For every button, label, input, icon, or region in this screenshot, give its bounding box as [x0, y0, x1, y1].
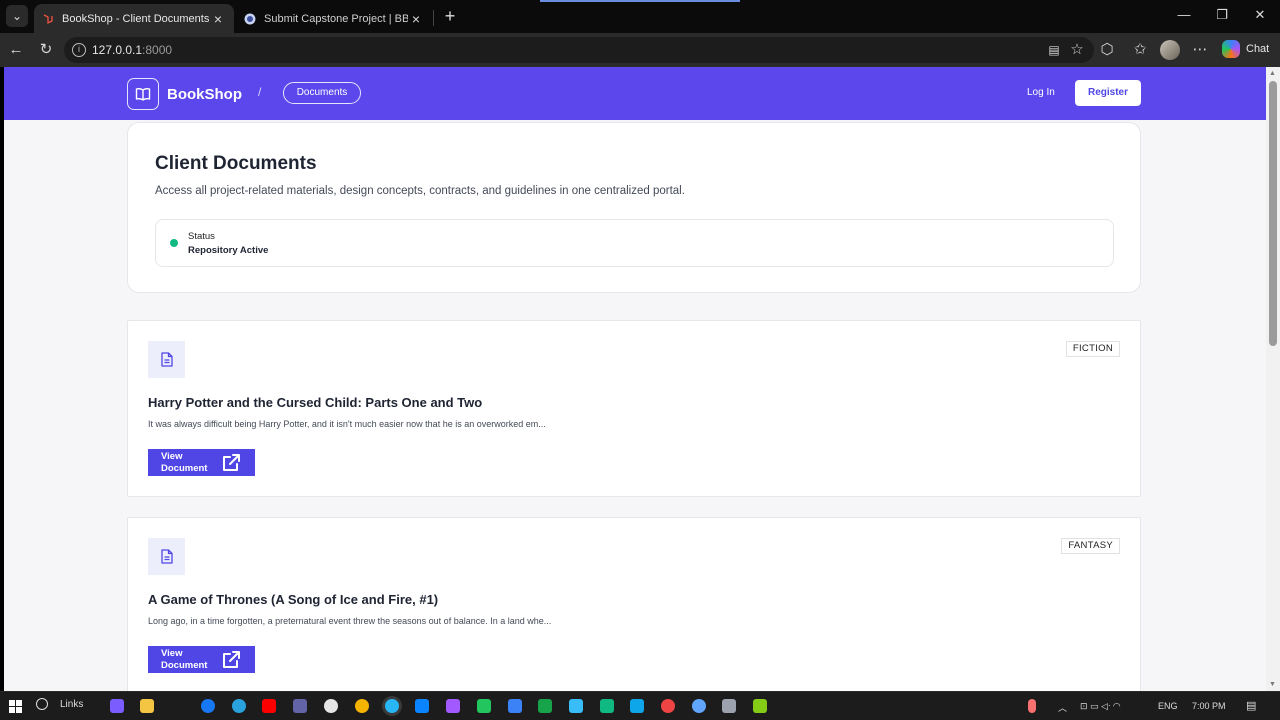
document-excerpt: Long ago, in a time forgotten, a pretern… [148, 616, 552, 626]
search-icon [36, 698, 48, 710]
youtube-icon[interactable] [262, 699, 276, 713]
breadcrumb-separator: / [258, 85, 262, 99]
tray-chevron-icon[interactable]: ︿ [1058, 701, 1067, 714]
document-card: FICTION Harry Potter and the Cursed Chil… [127, 320, 1141, 497]
site-info-icon[interactable]: i [72, 43, 86, 57]
intro-card: Client Documents Access all project-rela… [127, 122, 1141, 293]
view-document-label: View Document [161, 647, 208, 671]
temperature-icon[interactable] [1028, 699, 1036, 713]
more-menu-icon[interactable]: ⋯ [1190, 40, 1210, 60]
telegram-icon[interactable] [232, 699, 246, 713]
tab-separator [433, 10, 434, 26]
tab-title: Submit Capstone Project | BBU IT S [264, 12, 408, 25]
document-title: A Game of Thrones (A Song of Ice and Fir… [148, 592, 439, 607]
reload-icon[interactable]: ↻ [36, 40, 56, 60]
document-file-icon [148, 538, 185, 575]
back-arrow-icon[interactable]: ← [6, 40, 26, 60]
file-explorer-icon[interactable] [140, 699, 154, 713]
taskbar-app-icon[interactable] [753, 699, 767, 713]
page-viewport: BookShop / Documents Log In Register Cli… [4, 67, 1266, 691]
status-box: Status Repository Active [155, 219, 1114, 267]
address-bar[interactable]: i 127.0.0.1:8000 [64, 37, 1094, 63]
vscode-icon[interactable] [415, 699, 429, 713]
taskbar-search[interactable]: Links [36, 698, 83, 710]
browser-tab-bar: ⌄ BookShop - Client Documents × Submit C… [0, 0, 1280, 33]
document-card: FANTASY A Game of Thrones (A Song of Ice… [127, 517, 1141, 691]
copilot-logo-icon [1222, 40, 1240, 58]
extensions-icon[interactable]: ⬡ [1097, 40, 1117, 60]
category-badge: FICTION [1065, 341, 1120, 357]
laravel-favicon-icon [43, 13, 53, 24]
tab-close-icon[interactable]: × [210, 11, 226, 27]
taskbar-app-icon[interactable] [538, 699, 552, 713]
page-title: Client Documents [155, 153, 317, 174]
reader-mode-icon[interactable]: ▤ [1044, 40, 1064, 60]
window-close-icon[interactable]: ✕ [1250, 7, 1270, 23]
favorites-icon[interactable]: ✩ [1130, 40, 1150, 60]
page-scrollbar[interactable]: ▲ ▼ [1266, 67, 1280, 691]
brand-logo-link[interactable]: BookShop [127, 78, 242, 110]
tab-bookshop[interactable]: BookShop - Client Documents × [34, 4, 234, 33]
status-dot-icon [170, 239, 178, 247]
brand-name: BookShop [167, 85, 242, 103]
facebook-icon[interactable] [201, 699, 215, 713]
external-link-icon [223, 453, 240, 471]
github-icon[interactable] [324, 699, 338, 713]
view-document-button[interactable]: View Document [148, 646, 255, 673]
tab-title: BookShop - Client Documents [62, 12, 210, 25]
teams-icon[interactable] [293, 699, 307, 713]
taskbar-app-icon[interactable] [600, 699, 614, 713]
windows-taskbar: Links ︿ ⊡ ▭ ◁ᐧ ◠ ENG 7:00 PM ▤ [0, 691, 1280, 720]
notifications-icon[interactable]: ▤ [1246, 699, 1256, 712]
breadcrumb-documents[interactable]: Documents [283, 82, 361, 104]
taskbar-search-label: Links [60, 698, 84, 710]
minimize-icon[interactable]: — [1174, 7, 1194, 22]
status-value: Repository Active [188, 245, 269, 256]
external-link-icon [223, 650, 240, 668]
copilot-label: Chat [1246, 43, 1270, 55]
tab-close-icon[interactable]: × [408, 11, 424, 27]
taskbar-app-icon[interactable] [722, 699, 736, 713]
taskbar-app-icon[interactable] [661, 699, 675, 713]
maximize-icon[interactable]: ❐ [1212, 7, 1232, 23]
scrollbar-thumb[interactable] [1269, 81, 1277, 346]
register-button[interactable]: Register [1075, 80, 1141, 106]
scroll-down-icon[interactable]: ▼ [1269, 681, 1276, 688]
taskbar-app-icon[interactable] [110, 699, 124, 713]
language-indicator[interactable]: ENG [1158, 701, 1178, 711]
edge-icon[interactable] [385, 699, 399, 713]
clock[interactable]: 7:00 PM [1192, 701, 1226, 711]
taskbar-app-icon[interactable] [630, 699, 644, 713]
chrome-icon[interactable] [355, 699, 369, 713]
tray-icons[interactable]: ⊡ ▭ ◁ᐧ ◠ [1080, 701, 1121, 712]
new-tab-plus-icon[interactable]: + [440, 6, 460, 26]
view-document-button[interactable]: View Document [148, 449, 255, 476]
mail-icon[interactable] [508, 699, 522, 713]
login-link[interactable]: Log In [1027, 87, 1055, 98]
page-description: Access all project-related materials, de… [155, 185, 685, 197]
taskbar-app-icon[interactable] [692, 699, 706, 713]
status-label: Status [188, 231, 215, 242]
loading-indicator [540, 0, 740, 2]
category-badge: FANTASY [1061, 538, 1120, 554]
copilot-chat-button[interactable]: Chat [1222, 40, 1269, 58]
document-excerpt: It was always difficult being Harry Pott… [148, 419, 546, 429]
favorite-star-icon[interactable]: ☆ [1067, 40, 1087, 60]
scroll-up-icon[interactable]: ▲ [1269, 70, 1276, 77]
windows-start-icon[interactable] [9, 700, 22, 713]
tab-actions-menu-button[interactable]: ⌄ [6, 5, 28, 27]
document-file-icon [148, 341, 185, 378]
taskbar-app-icon[interactable] [477, 699, 491, 713]
browser-toolbar: ← ↻ i 127.0.0.1:8000 ▤ ☆ ⬡ ✩ ⋯ Chat [0, 33, 1280, 67]
url-text: 127.0.0.1:8000 [92, 43, 173, 57]
tab-capstone[interactable]: Submit Capstone Project | BBU IT S × [236, 4, 432, 33]
profile-avatar[interactable] [1160, 40, 1180, 60]
book-icon [127, 78, 159, 110]
site-header: BookShop / Documents Log In Register [4, 67, 1266, 120]
site-favicon-icon [244, 13, 256, 24]
document-title: Harry Potter and the Cursed Child: Parts… [148, 395, 483, 410]
visual-studio-icon[interactable] [446, 699, 460, 713]
taskbar-app-icon[interactable] [569, 699, 583, 713]
view-document-label: View Document [161, 450, 208, 474]
